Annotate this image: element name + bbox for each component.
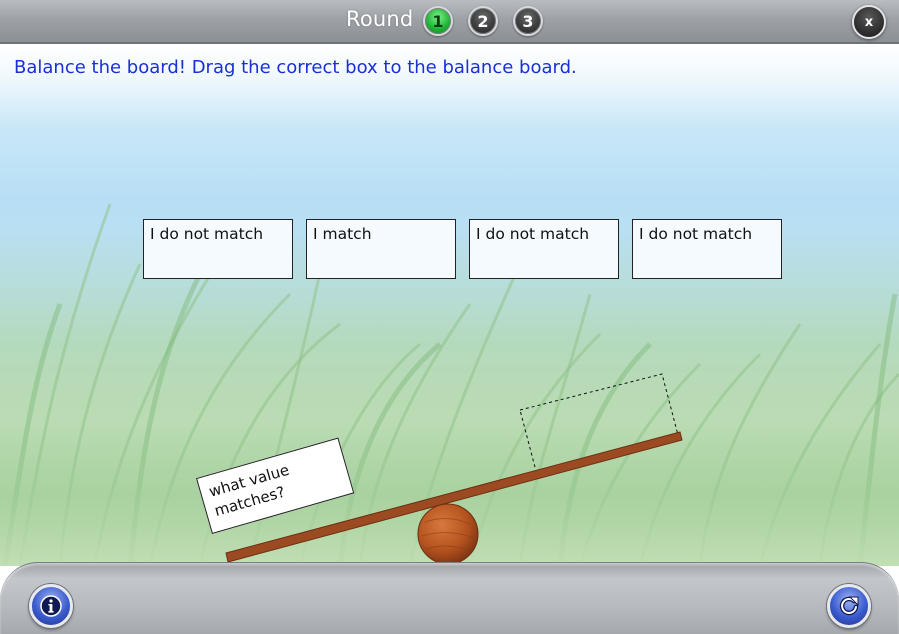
close-icon: x (864, 14, 874, 30)
info-button[interactable] (29, 584, 73, 628)
balance-board (225, 373, 683, 565)
close-button[interactable]: x (852, 5, 886, 39)
round-3-button[interactable]: 3 (513, 6, 543, 36)
reload-button[interactable] (827, 584, 871, 628)
game-stage: Balance the board! Drag the correct box … (0, 44, 899, 566)
fulcrum-ball (417, 503, 479, 565)
round-2-button[interactable]: 2 (468, 6, 498, 36)
bottom-bar (0, 562, 899, 634)
round-1-button[interactable]: 1 (423, 6, 453, 36)
round-label: Round (346, 7, 414, 31)
reload-icon (839, 596, 859, 616)
top-bar: Round 1 2 3 x (0, 0, 899, 44)
info-icon (40, 595, 62, 617)
